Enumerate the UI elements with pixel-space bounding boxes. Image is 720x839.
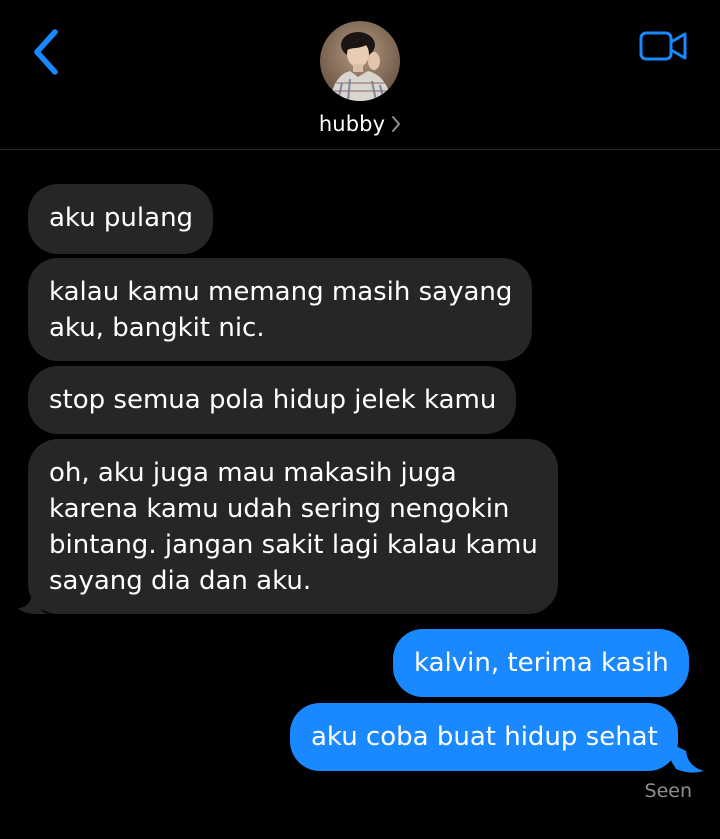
contact-avatar[interactable] (320, 21, 400, 101)
message-line: aku, bangkit nic. (49, 313, 265, 343)
message-line: sayang dia dan aku. (49, 566, 312, 596)
message-bubble-incoming[interactable]: kalau kamu memang masih sayang aku, bang… (28, 258, 533, 361)
contact-name: hubby (318, 112, 386, 136)
message-line: kalvin, terima kasih (414, 648, 669, 678)
chevron-right-icon (391, 115, 401, 133)
message-bubble-outgoing[interactable]: aku coba buat hidup sehat (290, 703, 678, 771)
conversation-header: hubby (0, 0, 720, 150)
message-line: bintang. jangan sakit lagi kalau kamu (49, 530, 538, 560)
video-camera-icon (639, 31, 687, 61)
bubble-tail-outgoing (670, 745, 704, 773)
chevron-left-icon (34, 29, 58, 75)
message-bubble-outgoing[interactable]: kalvin, terima kasih (393, 629, 689, 697)
message-line: kalau kamu memang masih sayang (49, 277, 513, 307)
message-bubble-incoming[interactable]: oh, aku juga mau makasih juga karena kam… (28, 439, 558, 614)
message-line: stop semua pola hidup jelek kamu (49, 385, 497, 415)
message-bubble-incoming[interactable]: stop semua pola hidup jelek kamu (28, 366, 517, 434)
message-line: oh, aku juga mau makasih juga (49, 458, 457, 488)
message-line: aku coba buat hidup sehat (311, 722, 658, 752)
bubble-tail-incoming (18, 586, 48, 614)
video-call-button[interactable] (636, 24, 692, 68)
back-button[interactable] (26, 26, 66, 78)
message-line: karena kamu udah sering nengokin (49, 494, 510, 524)
message-line: aku pulang (49, 203, 194, 233)
message-bubble-incoming[interactable]: aku pulang (28, 184, 214, 254)
contact-name-button[interactable]: hubby (0, 112, 720, 136)
read-receipt: Seen (644, 780, 692, 802)
